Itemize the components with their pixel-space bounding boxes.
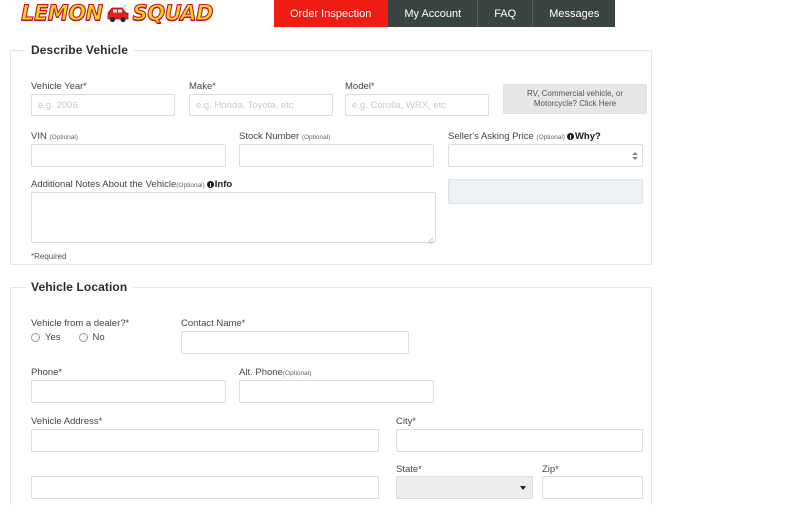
nav-tab-order-inspection[interactable]: Order Inspection [274, 0, 389, 27]
info-icon [566, 133, 574, 140]
required-note: *Required [31, 252, 67, 261]
zip-input[interactable] [542, 476, 643, 499]
asking-price-number-spinner[interactable] [629, 147, 640, 164]
dealer-radio-yes[interactable]: Yes [31, 332, 61, 343]
stock-number-input[interactable] [239, 144, 434, 167]
additional-notes-info-link[interactable]: Info [215, 179, 232, 190]
red-car-icon [105, 4, 131, 25]
phone-label: Phone* [31, 367, 62, 378]
asking-price-why-link[interactable]: Why? [575, 131, 601, 142]
model-input[interactable] [345, 94, 489, 116]
lemon-squad-logo[interactable]: LEMON SQUAD [12, 0, 222, 27]
nav-tab-messages[interactable]: Messages [533, 0, 615, 27]
vehicle-year-input[interactable] [31, 94, 175, 116]
state-label: State* [396, 464, 422, 475]
address-line-2-input[interactable] [31, 476, 379, 499]
vehicle-address-input[interactable] [31, 429, 379, 452]
order-inspection-page: LEMON SQUAD Order Inspection My Account … [0, 0, 799, 505]
site-header: LEMON SQUAD Order Inspection My Account … [0, 0, 799, 27]
vin-label: VIN (Optional) [31, 131, 79, 142]
rv-commercial-motorcycle-button[interactable]: RV, Commercial vehicle, or Motorcycle? C… [503, 84, 647, 114]
model-label: Model* [345, 81, 375, 92]
dealer-question-label: Vehicle from a dealer?* [31, 318, 130, 329]
asking-price-input[interactable] [448, 144, 643, 167]
nav-tab-faq[interactable]: FAQ [478, 0, 534, 27]
phone-input[interactable] [31, 380, 226, 403]
dealer-radio-yes-label: Yes [45, 332, 61, 343]
make-input[interactable] [189, 94, 333, 116]
alt-phone-input[interactable] [239, 380, 434, 403]
radio-circle-icon [31, 333, 40, 342]
side-disabled-input [448, 179, 643, 204]
dealer-radio-no[interactable]: No [78, 332, 105, 343]
logo-text-lemon: LEMON [21, 1, 104, 25]
vehicle-year-label: Vehicle Year* [31, 81, 87, 92]
zip-label: Zip* [542, 464, 559, 475]
nav-tab-my-account[interactable]: My Account [388, 0, 479, 27]
logo-text-squad: SQUAD [132, 1, 214, 25]
main-navigation: Order Inspection My Account FAQ Messages [274, 0, 616, 27]
city-label: City* [396, 416, 416, 427]
describe-vehicle-legend: Describe Vehicle [25, 43, 134, 57]
vehicle-location-fieldset: Vehicle Location Vehicle from a dealer?*… [10, 280, 652, 505]
describe-vehicle-fieldset: Describe Vehicle Vehicle Year* Make* Mod… [10, 43, 652, 265]
contact-name-label: Contact Name* [181, 318, 246, 329]
asking-price-label: Seller's Asking Price (Optional) Why? [448, 131, 601, 142]
alt-phone-label: Alt. Phone(Optional) [239, 367, 312, 378]
vehicle-address-label: Vehicle Address* [31, 416, 103, 427]
additional-notes-textarea[interactable] [31, 192, 436, 243]
info-icon [206, 181, 214, 188]
make-label: Make* [189, 81, 216, 92]
stock-number-label: Stock Number (Optional) [239, 131, 331, 142]
state-select-wrapper [396, 476, 533, 499]
dealer-radio-no-label: No [92, 332, 105, 343]
vin-input[interactable] [31, 144, 226, 167]
dealer-radio-group: Yes No [31, 332, 123, 343]
rv-button-line2: Motorcycle? Click Here [533, 99, 617, 108]
contact-name-input[interactable] [181, 331, 409, 354]
rv-button-line1: RV, Commercial vehicle, or [526, 89, 624, 98]
radio-circle-icon [78, 333, 88, 342]
vehicle-location-legend: Vehicle Location [25, 280, 134, 294]
state-select[interactable] [396, 476, 533, 499]
city-input[interactable] [396, 429, 643, 452]
additional-notes-label: Additional Notes About the Vehicle(Optio… [31, 179, 233, 190]
